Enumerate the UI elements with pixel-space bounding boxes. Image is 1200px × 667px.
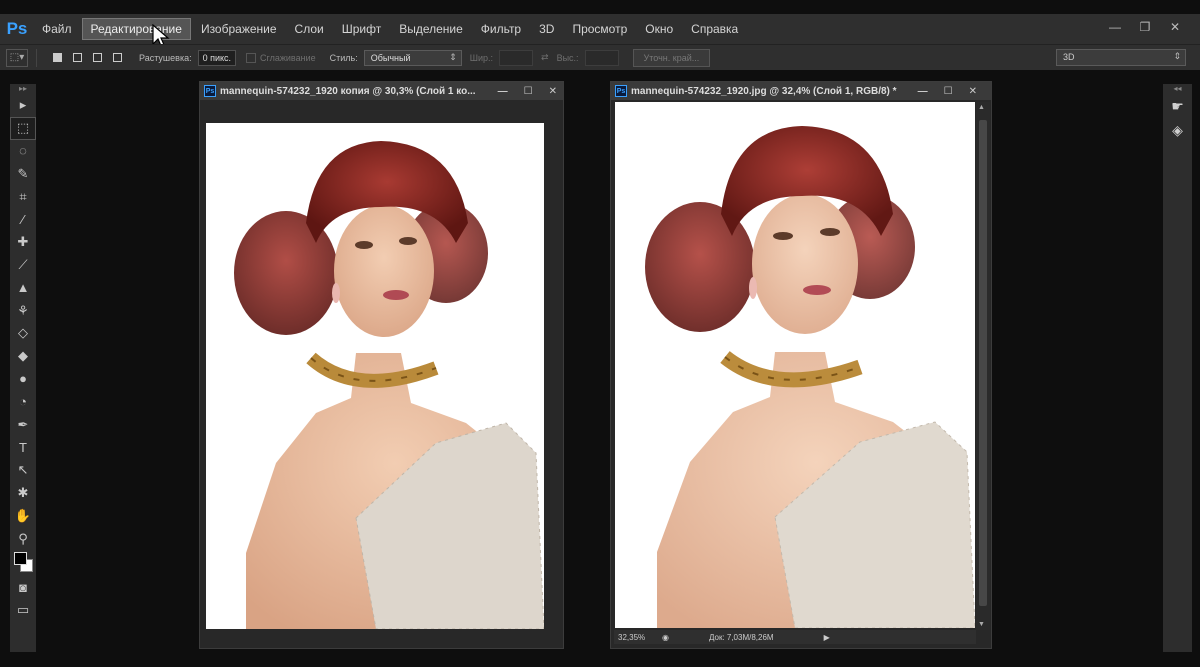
info-icon[interactable]: ◉ bbox=[662, 633, 669, 642]
history-brush-icon[interactable]: ⚘ bbox=[10, 299, 36, 322]
maximize-icon[interactable]: ☐ bbox=[944, 86, 953, 97]
width-input[interactable] bbox=[499, 49, 534, 66]
menu-file[interactable]: Файл bbox=[34, 19, 80, 39]
scroll-up-icon[interactable]: ▲ bbox=[978, 104, 985, 111]
menu-3d[interactable]: 3D bbox=[531, 19, 562, 39]
eraser-icon[interactable]: ◇ bbox=[10, 322, 36, 345]
intersect-selection-icon[interactable] bbox=[109, 50, 125, 66]
vertical-scrollbar[interactable]: ▲ ▼ bbox=[976, 102, 990, 630]
marquee-icon[interactable]: ⬚ bbox=[10, 116, 36, 140]
status-menu-arrow-icon[interactable]: ▶ bbox=[824, 633, 830, 642]
healing-icon[interactable]: ✚ bbox=[10, 231, 36, 254]
menu-image[interactable]: Изображение bbox=[193, 19, 285, 39]
quick-select-icon[interactable]: ✎ bbox=[10, 162, 36, 185]
new-selection-icon[interactable] bbox=[49, 50, 65, 66]
brush-icon[interactable]: ⟋ bbox=[10, 254, 36, 277]
feather-label: Растушевка: bbox=[139, 52, 192, 63]
layers-panel-icon[interactable]: ◈ bbox=[1163, 118, 1192, 142]
mannequin-photo bbox=[645, 126, 975, 628]
dodge-icon[interactable]: ◔ bbox=[10, 390, 36, 413]
menu-filter[interactable]: Фильтр bbox=[473, 19, 529, 39]
pen-icon[interactable]: ✒ bbox=[10, 413, 36, 436]
height-label: Выс.: bbox=[556, 52, 579, 63]
menu-help[interactable]: Справка bbox=[683, 19, 746, 39]
history-panel-icon[interactable]: ☛ bbox=[1163, 94, 1192, 118]
menu-view[interactable]: Просмотр bbox=[564, 19, 635, 39]
workspace-select[interactable]: 3D bbox=[1056, 49, 1186, 66]
menu-type[interactable]: Шрифт bbox=[334, 19, 389, 39]
menu-layers[interactable]: Слои bbox=[287, 19, 332, 39]
eyedropper-icon[interactable]: ⁄ bbox=[10, 208, 36, 231]
foreground-color[interactable] bbox=[14, 551, 27, 565]
feather-input[interactable]: 0 пикс. bbox=[197, 49, 237, 66]
document-tab-original[interactable]: Ps mannequin-574232_1920.jpg @ 32,4% (Сл… bbox=[611, 82, 991, 100]
subtract-selection-icon[interactable] bbox=[89, 50, 105, 66]
close-icon[interactable]: ✕ bbox=[549, 86, 557, 97]
style-label: Стиль: bbox=[329, 52, 358, 63]
style-select[interactable]: Обычный bbox=[363, 49, 462, 66]
blur-icon[interactable]: ● bbox=[10, 368, 36, 391]
minimize-icon[interactable]: — bbox=[1106, 18, 1124, 36]
toolbox: ▸▸ ▸ ⬚ ◌ ✎ ⌗ ⁄ ✚ ⟋ ▲ ⚘ ◇ ◆ ● ◔ ✒ T ↖ ✱ ✋ ⚲ ◙ ▭ bbox=[10, 84, 36, 652]
toolbox-grip[interactable]: ▸▸ bbox=[10, 84, 36, 94]
path-select-icon[interactable]: ↖ bbox=[10, 459, 36, 482]
screen-mode-icon[interactable]: ▭ bbox=[10, 599, 36, 622]
hand-icon[interactable]: ✋ bbox=[10, 504, 36, 527]
document-title: mannequin-574232_1920.jpg @ 32,4% (Слой … bbox=[631, 85, 897, 97]
document-title: mannequin-574232_1920 копия @ 30,3% (Сло… bbox=[220, 85, 476, 97]
shape-icon[interactable]: ✱ bbox=[10, 482, 36, 505]
status-bar: 32,35% ◉ Док: 7,03M/8,26M ▶ bbox=[614, 630, 976, 644]
lasso-icon[interactable]: ◌ bbox=[10, 140, 36, 163]
ps-document-icon: Ps bbox=[204, 85, 216, 97]
scroll-thumb[interactable] bbox=[979, 120, 987, 606]
scroll-down-icon[interactable]: ▼ bbox=[978, 621, 985, 628]
zoom-level[interactable]: 32,35% bbox=[618, 633, 658, 642]
options-bar: ⬚▾ Растушевка: 0 пикс. Сглаживание Стиль… bbox=[0, 44, 1200, 70]
type-icon[interactable]: T bbox=[10, 436, 36, 459]
menu-bar: Ps Файл Редактирование Изображение Слои … bbox=[0, 14, 1200, 49]
minimize-icon[interactable]: — bbox=[918, 86, 928, 97]
restore-icon[interactable]: ❐ bbox=[1136, 18, 1154, 36]
document-size: Док: 7,03M/8,26M bbox=[708, 632, 774, 642]
document-window-copy: Ps mannequin-574232_1920 копия @ 30,3% (… bbox=[199, 81, 564, 649]
color-swatches[interactable] bbox=[10, 550, 36, 576]
document-tab-copy[interactable]: Ps mannequin-574232_1920 копия @ 30,3% (… bbox=[200, 82, 563, 100]
canvas-image[interactable] bbox=[615, 102, 975, 628]
close-icon[interactable]: ✕ bbox=[1166, 18, 1184, 36]
menu-edit[interactable]: Редактирование bbox=[81, 18, 191, 40]
marquee-preset-icon[interactable]: ⬚▾ bbox=[6, 48, 28, 67]
photoshop-logo: Ps bbox=[6, 19, 28, 38]
mannequin-photo bbox=[234, 141, 544, 629]
stamp-icon[interactable]: ▲ bbox=[10, 276, 36, 299]
antialias-label: Сглаживание bbox=[260, 52, 316, 63]
right-panel-dock: ◂◂ ☛ ◈ bbox=[1163, 84, 1192, 652]
height-input[interactable] bbox=[584, 49, 619, 66]
width-label: Шир.: bbox=[469, 52, 494, 63]
move-icon[interactable]: ▸ bbox=[10, 94, 36, 117]
quick-mask-icon[interactable]: ◙ bbox=[10, 576, 36, 599]
zoom-icon[interactable]: ⚲ bbox=[10, 527, 36, 550]
antialias-checkbox[interactable] bbox=[246, 52, 257, 63]
maximize-icon[interactable]: ☐ bbox=[524, 86, 533, 97]
divider bbox=[36, 48, 37, 67]
canvas-image[interactable] bbox=[206, 123, 544, 629]
crop-icon[interactable]: ⌗ bbox=[10, 185, 36, 208]
menu-select[interactable]: Выделение bbox=[391, 19, 471, 39]
bucket-icon[interactable]: ◆ bbox=[10, 345, 36, 368]
close-icon[interactable]: ✕ bbox=[969, 86, 977, 97]
panel-grip[interactable]: ◂◂ bbox=[1163, 84, 1192, 94]
add-selection-icon[interactable] bbox=[69, 50, 85, 66]
refine-edge-button[interactable]: Уточн. край... bbox=[632, 48, 711, 67]
minimize-icon[interactable]: — bbox=[498, 86, 508, 97]
ps-document-icon: Ps bbox=[615, 85, 627, 97]
menu-window[interactable]: Окно bbox=[637, 19, 681, 39]
swap-icon[interactable]: ⇄ bbox=[541, 52, 549, 63]
